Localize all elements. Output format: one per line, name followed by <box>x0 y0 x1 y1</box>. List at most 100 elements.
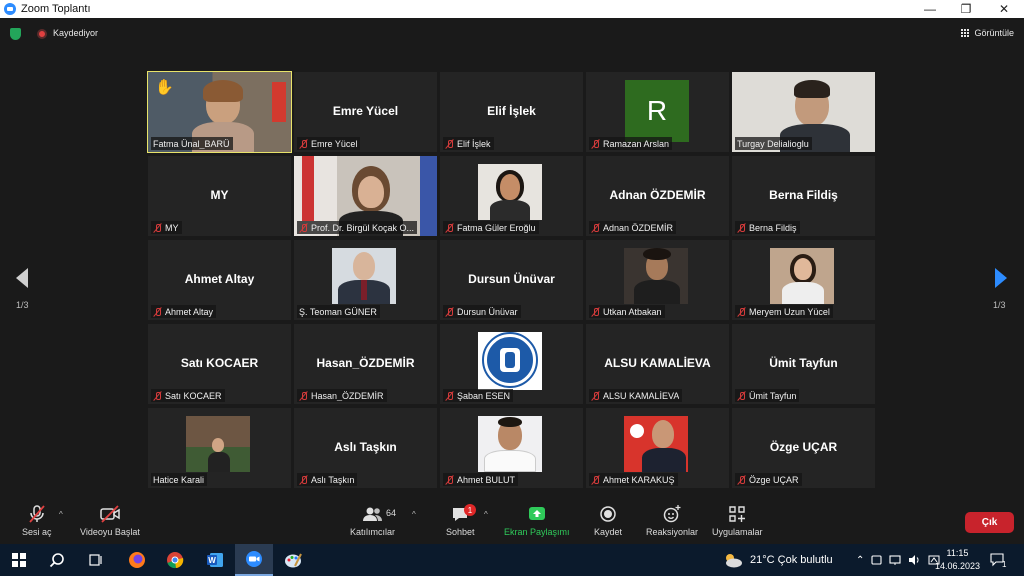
participant-name-label: Ümit Tayfun <box>735 389 800 402</box>
muted-microphone-icon <box>445 475 454 485</box>
record-label: Kaydet <box>594 527 623 537</box>
recording-status[interactable]: Kaydediyor <box>53 28 98 38</box>
muted-microphone-icon <box>591 307 600 317</box>
chat-chevron-icon[interactable]: ^ <box>484 510 488 519</box>
unmute-label: Sesi aç <box>22 527 52 537</box>
participant-name: Ahmet KARAKUŞ <box>603 474 675 485</box>
participant-avatar: R <box>625 80 689 142</box>
participant-tile[interactable]: Meryem Uzun Yücel <box>732 240 875 320</box>
participants-count: 64 <box>386 508 397 518</box>
participant-tile[interactable]: ALSU KAMALİEVA ALSU KAMALİEVA <box>586 324 729 404</box>
muted-microphone-icon <box>445 223 454 233</box>
participant-name: Fatma Ünal_BARÜ <box>153 138 230 149</box>
raised-hand-icon: ✋ <box>155 79 174 96</box>
participant-name: Elif İşlek <box>457 138 491 149</box>
participant-tile[interactable]: Şaban ESEN <box>440 324 583 404</box>
view-button-label: Görüntüle <box>974 28 1014 38</box>
previous-page-arrow-icon[interactable] <box>16 268 28 288</box>
volume-icon[interactable] <box>908 554 921 566</box>
participant-name: Ümit Tayfun <box>749 390 797 401</box>
participant-tile[interactable]: ✋ Fatma Ünal_BARÜ <box>147 71 292 153</box>
restore-button[interactable]: ❐ <box>948 0 984 18</box>
paint-icon[interactable] <box>274 544 312 576</box>
meet-now-icon[interactable] <box>871 554 882 566</box>
chrome-icon[interactable] <box>156 544 194 576</box>
page-indicator-left: 1/3 <box>16 300 29 310</box>
participants-label: Katılımcılar <box>350 527 396 537</box>
participant-name-label: Hasan_ÖZDEMİR <box>297 389 387 402</box>
apps-button[interactable]: Uygulamalar <box>712 504 763 537</box>
participant-tile[interactable]: Fatma Güler Eroğlu <box>440 156 583 236</box>
gallery-grid: ✋ Fatma Ünal_BARÜ Emre Yücel Emre Yücel Elif… <box>147 71 875 490</box>
participant-name-label: Şaban ESEN <box>443 389 514 402</box>
participant-tile[interactable]: Ahmet BULUT <box>440 408 583 488</box>
chat-label: Sohbet <box>446 527 475 537</box>
muted-microphone-icon <box>737 391 746 401</box>
muted-microphone-icon <box>299 475 308 485</box>
participant-name: MY <box>165 222 179 233</box>
zoom-app-icon[interactable] <box>235 544 273 576</box>
muted-microphone-icon <box>591 391 600 401</box>
audio-options-chevron-icon[interactable]: ^ <box>59 510 63 519</box>
participant-tile[interactable]: Ümit Tayfun Ümit Tayfun <box>732 324 875 404</box>
participant-tile[interactable]: Ahmet KARAKUŞ <box>586 408 729 488</box>
participant-display-name: Özge UÇAR <box>769 440 838 454</box>
clock[interactable]: 11:15 14.06.2023 <box>935 547 980 573</box>
participant-name-label: Elif İşlek <box>443 137 494 150</box>
participant-tile[interactable]: Hasan_ÖZDEMİR Hasan_ÖZDEMİR <box>294 324 437 404</box>
share-screen-button[interactable]: Ekran Paylaşımı <box>504 504 570 537</box>
participant-name: Fatma Güler Eroğlu <box>457 222 536 233</box>
participant-display-name: Berna Fildiş <box>769 188 838 202</box>
security-shield-icon[interactable] <box>10 28 21 40</box>
grid-view-icon <box>961 28 970 38</box>
meeting-status-bar: Kaydediyor Görüntüle <box>0 18 1024 50</box>
participant-tile[interactable]: Özge UÇAR Özge UÇAR <box>732 408 875 488</box>
participant-tile[interactable]: Utkan Atbakan <box>586 240 729 320</box>
participant-tile[interactable]: Adnan ÖZDEMİR Adnan ÖZDEMİR <box>586 156 729 236</box>
participant-tile[interactable]: Ahmet Altay Ahmet Altay <box>148 240 291 320</box>
leave-button[interactable]: Çık <box>965 512 1014 533</box>
participant-tile[interactable]: Aslı Taşkın Aslı Taşkın <box>294 408 437 488</box>
muted-microphone-icon <box>737 223 746 233</box>
muted-microphone-icon <box>737 475 746 485</box>
task-view-icon[interactable] <box>76 544 114 576</box>
participant-name-label: Fatma Güler Eroğlu <box>443 221 539 234</box>
record-button[interactable]: Kaydet <box>594 504 622 537</box>
participant-name-label: Dursun Ünüvar <box>443 305 521 318</box>
word-icon[interactable]: W <box>196 544 234 576</box>
clock-time: 11:15 <box>946 548 969 558</box>
participant-name-label: Aslı Taşkın <box>297 473 358 486</box>
notification-center-icon[interactable]: 1 <box>990 544 1006 576</box>
participant-name: ALSU KAMALİEVA <box>603 390 680 401</box>
search-icon[interactable] <box>38 544 76 576</box>
participant-tile[interactable]: Elif İşlek Elif İşlek <box>440 72 583 152</box>
view-button[interactable]: Görüntüle <box>961 28 1014 38</box>
start-video-button[interactable]: Videoyu Başlat <box>80 504 140 537</box>
show-hidden-icons-chevron-icon[interactable]: ⌃ <box>856 555 864 566</box>
participant-display-name: ALSU KAMALİEVA <box>604 356 711 370</box>
unmute-button[interactable]: Sesi aç <box>22 504 52 537</box>
participant-tile[interactable]: Ş. Teoman GÜNER <box>294 240 437 320</box>
network-icon[interactable] <box>889 554 901 566</box>
participant-tile[interactable]: R Ramazan Arslan <box>586 72 729 152</box>
participant-name: Adnan ÖZDEMİR <box>603 222 674 233</box>
participant-tile[interactable]: MY MY <box>148 156 291 236</box>
participant-tile[interactable]: Prof. Dr. Birgül Koçak O... <box>294 156 437 236</box>
windows-start-icon[interactable] <box>0 544 38 576</box>
muted-microphone-icon <box>737 307 746 317</box>
minimize-button[interactable]: — <box>912 0 948 18</box>
muted-microphone-icon <box>591 223 600 233</box>
participant-name-label: Ramazan Arslan <box>589 137 673 150</box>
participant-tile[interactable]: Dursun Ünüvar Dursun Ünüvar <box>440 240 583 320</box>
close-button[interactable]: ✕ <box>986 0 1022 18</box>
participants-chevron-icon[interactable]: ^ <box>412 510 416 519</box>
weather-widget[interactable]: 21°C Çok bulutlu <box>722 544 833 576</box>
firefox-icon[interactable] <box>118 544 156 576</box>
participant-tile[interactable]: Turgay Delialioglu <box>732 72 875 152</box>
participant-tile[interactable]: Hatice Karali <box>148 408 291 488</box>
participant-tile[interactable]: Satı KOCAER Satı KOCAER <box>148 324 291 404</box>
participant-tile[interactable]: Emre Yücel Emre Yücel <box>294 72 437 152</box>
participant-tile[interactable]: Berna Fildiş Berna Fildiş <box>732 156 875 236</box>
next-page-arrow-icon[interactable] <box>995 268 1007 288</box>
reactions-button[interactable]: Reaksiyonlar <box>646 504 698 537</box>
